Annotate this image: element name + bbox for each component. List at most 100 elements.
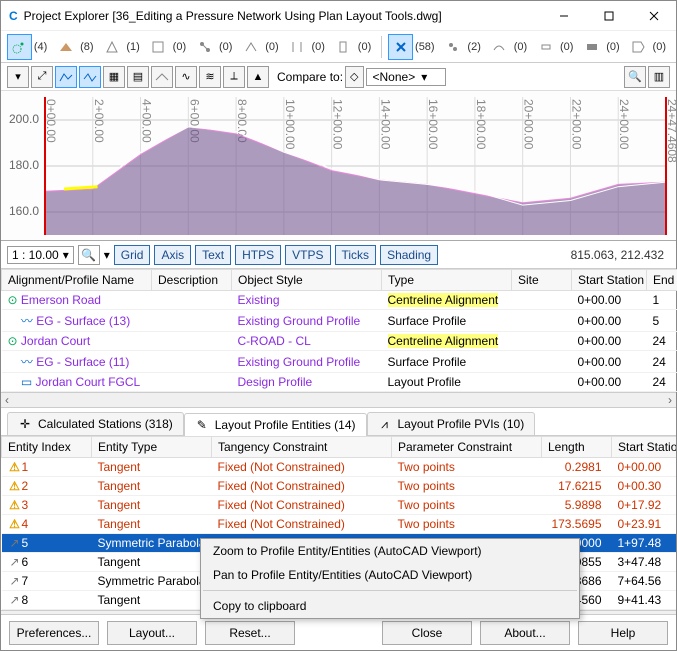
curve-icon: ⩘ (378, 417, 392, 431)
dropdown-icon[interactable]: ▾ (7, 66, 29, 88)
bands-icon[interactable]: ▤ (127, 66, 149, 88)
table-row[interactable]: 〰 EG - Surface (13)Existing Ground Profi… (2, 310, 677, 332)
preferences-button[interactable]: Preferences... (9, 621, 99, 645)
compare-dropdown-icon[interactable]: ◇ (345, 66, 363, 88)
profile-chart-2-icon[interactable] (79, 66, 101, 88)
toggle-shading[interactable]: Shading (380, 245, 438, 265)
table-row[interactable]: ⊙ Jordan CourtC-ROAD - CLCentreline Alig… (2, 332, 677, 351)
pressure-icon[interactable] (238, 34, 263, 60)
zoom-extents-icon[interactable]: ⤢ (31, 66, 53, 88)
about-button[interactable]: About... (480, 621, 570, 645)
col-header[interactable]: Start Station (612, 437, 677, 458)
col-header[interactable]: Object Style (232, 270, 382, 291)
chart-coords: 815.063, 212.432 (571, 248, 670, 262)
chart-footer-toolbar: 1 : 10.00▾ 🔍▾ Grid Axis Text HTPS VTPS T… (1, 241, 676, 269)
shapes-icon[interactable] (579, 34, 604, 60)
layout-button[interactable]: Layout... (107, 621, 197, 645)
target-icon: ✛ (18, 417, 32, 431)
count-13: (0) (653, 41, 666, 53)
col-header[interactable]: Entity Type (92, 437, 212, 458)
minimize-button[interactable] (541, 1, 586, 31)
toggle-grid[interactable]: Grid (114, 245, 151, 265)
titlebar: C Project Explorer [36_Editing a Pressur… (1, 1, 676, 31)
markers-icon[interactable]: ▲ (247, 66, 269, 88)
col-header[interactable]: Start Station (572, 270, 647, 291)
svg-text:10+00.00: 10+00.00 (283, 99, 297, 150)
col-header[interactable]: Entity Index (2, 437, 92, 458)
pointgroups-icon[interactable] (441, 34, 466, 60)
corridors-icon[interactable] (285, 34, 310, 60)
toggle-ticks[interactable]: Ticks (335, 245, 377, 265)
table-row[interactable]: ⚠4TangentFixed (Not Constrained)Two poin… (2, 515, 677, 534)
scale-dropdown[interactable]: 1 : 10.00▾ (7, 246, 74, 264)
close-dialog-button[interactable]: Close (382, 621, 472, 645)
toggle-vtps[interactable]: VTPS (285, 245, 330, 265)
svg-text:2+00.00: 2+00.00 (92, 99, 106, 143)
count-11: (0) (560, 41, 573, 53)
compare-value[interactable]: <None>▾ (366, 68, 446, 86)
col-header[interactable]: Alignment/Profile Name (2, 270, 152, 291)
svg-text:200.0: 200.0 (9, 112, 39, 126)
svg-text:16+00.00: 16+00.00 (426, 99, 440, 150)
svg-text:14+00.00: 14+00.00 (378, 99, 392, 150)
menu-copy[interactable]: Copy to clipboard (201, 594, 579, 618)
col-header[interactable]: Tangency Constraint (212, 437, 392, 458)
assemblies-icon[interactable] (331, 34, 356, 60)
col-header[interactable]: Length (542, 437, 612, 458)
count-5: (0) (265, 41, 278, 53)
app-icon: C (9, 9, 18, 23)
toggle-htps[interactable]: HTPS (235, 245, 281, 265)
menu-pan-entity[interactable]: Pan to Profile Entity/Entities (AutoCAD … (201, 563, 579, 587)
svg-text:180.0: 180.0 (9, 158, 39, 172)
col-header[interactable]: End (647, 270, 677, 291)
tab-calculated-stations[interactable]: ✛Calculated Stations (318) (7, 412, 184, 435)
col-header[interactable]: Parameter Constraint (392, 437, 542, 458)
alignments-icon[interactable] (7, 34, 32, 60)
networks-icon[interactable] (192, 34, 217, 60)
settings-icon[interactable]: ▥ (648, 66, 670, 88)
svg-text:18+00.00: 18+00.00 (474, 99, 488, 150)
table-row[interactable]: ⚠1TangentFixed (Not Constrained)Two poin… (2, 458, 677, 477)
col-header[interactable]: Description (152, 270, 232, 291)
search-icon[interactable]: 🔍 (624, 66, 646, 88)
labels-icon[interactable] (626, 34, 651, 60)
chart-style-icon[interactable]: ▦ (103, 66, 125, 88)
table-row[interactable]: ⚠2TangentFixed (Not Constrained)Two poin… (2, 477, 677, 496)
points-icon[interactable] (388, 34, 413, 60)
station-icon[interactable]: ⟂ (223, 66, 245, 88)
links-icon[interactable] (533, 34, 558, 60)
offset-icon[interactable]: ≋ (199, 66, 221, 88)
table-row[interactable]: ⊙ Emerson RoadExistingCentreline Alignme… (2, 291, 677, 310)
toggle-axis[interactable]: Axis (154, 245, 191, 265)
figures-icon[interactable] (487, 34, 512, 60)
reset-button[interactable]: Reset... (205, 621, 295, 645)
window-title: Project Explorer [36_Editing a Pressure … (24, 9, 541, 23)
toggle-text[interactable]: Text (195, 245, 231, 265)
catchments-icon[interactable] (146, 34, 171, 60)
profile-chart[interactable]: 200.0180.0160.00+00.002+00.004+00.006+00… (1, 91, 676, 241)
close-button[interactable] (631, 1, 676, 31)
count-7: (0) (358, 41, 371, 53)
footer: Preferences... Layout... Reset... Close … (1, 614, 676, 650)
tab-layout-pvis[interactable]: ⩘Layout Profile PVIs (10) (367, 412, 536, 435)
col-header[interactable]: Type (382, 270, 512, 291)
hscroll[interactable]: ‹› (1, 392, 676, 408)
svg-text:0+00.00: 0+00.00 (44, 99, 58, 143)
surfaces-icon[interactable] (53, 34, 78, 60)
menu-zoom-entity[interactable]: Zoom to Profile Entity/Entities (AutoCAD… (201, 539, 579, 563)
curvature-icon[interactable]: ∿ (175, 66, 197, 88)
table-row[interactable]: 〰 EG - Surface (11)Existing Ground Profi… (2, 351, 677, 373)
sites-icon[interactable] (100, 34, 125, 60)
table-row[interactable]: ⚠3TangentFixed (Not Constrained)Two poin… (2, 496, 677, 515)
compare-label: Compare to: (277, 70, 343, 84)
zoom-icon[interactable]: 🔍 (78, 245, 100, 265)
maximize-button[interactable] (586, 1, 631, 31)
col-header[interactable]: Site (512, 270, 572, 291)
tab-layout-entities[interactable]: ✎Layout Profile Entities (14) (184, 413, 367, 436)
surfaces-chart-icon[interactable] (151, 66, 173, 88)
help-button[interactable]: Help (578, 621, 668, 645)
profile-chart-1-icon[interactable] (55, 66, 77, 88)
context-menu: Zoom to Profile Entity/Entities (AutoCAD… (200, 538, 580, 619)
count-2: (1) (126, 41, 139, 53)
table-row[interactable]: ▭ Jordan Court FGCLDesign ProfileLayout … (2, 373, 677, 392)
